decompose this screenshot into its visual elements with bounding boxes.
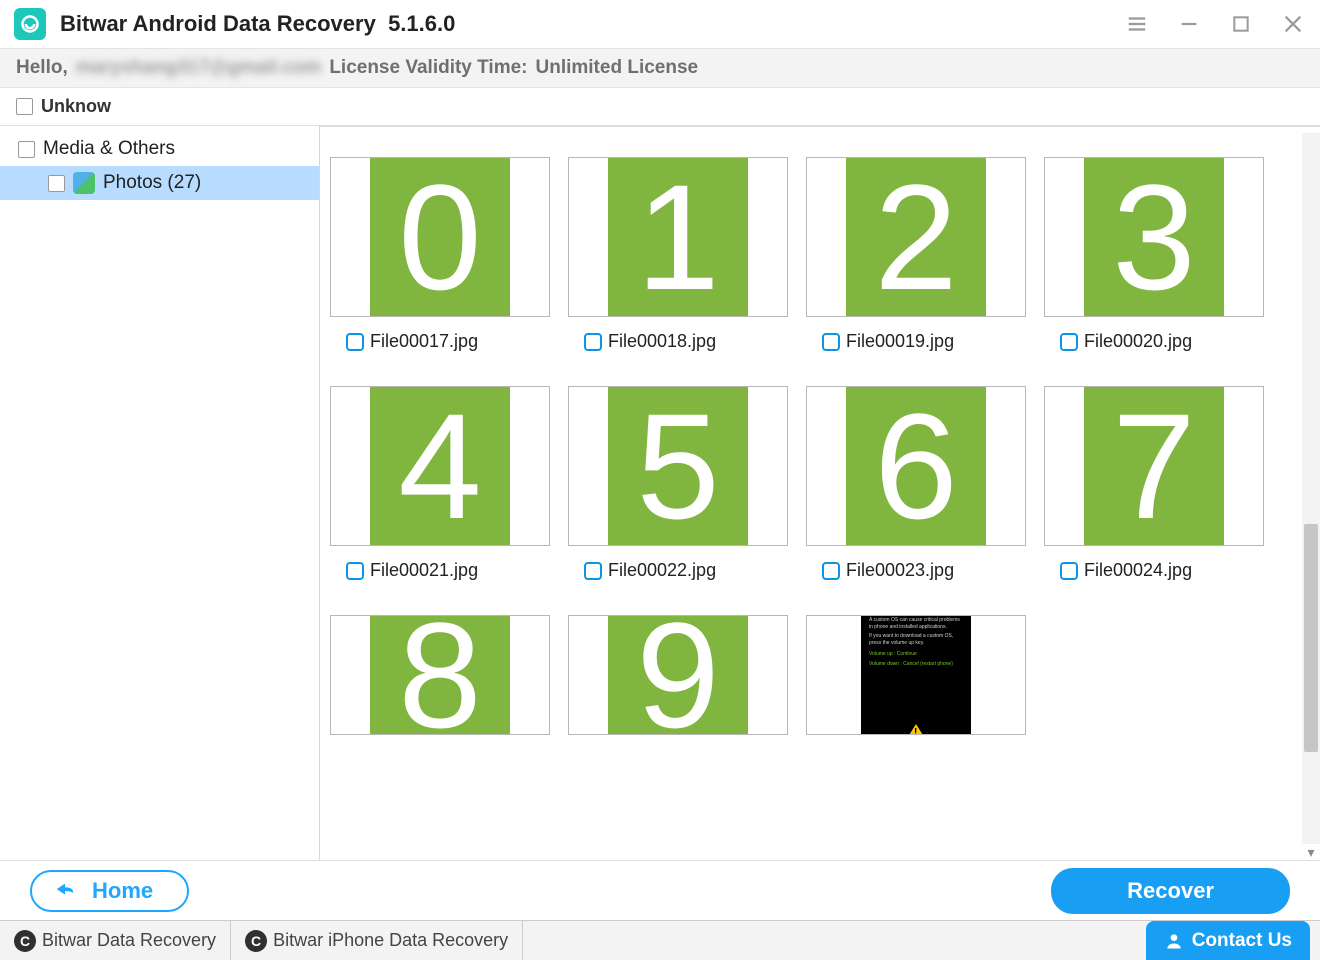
- thumb-frame[interactable]: 6: [806, 386, 1026, 546]
- file-checkbox[interactable]: [584, 562, 602, 580]
- file-thumb[interactable]: 7 File00024.jpg: [1044, 386, 1264, 581]
- scroll-down-icon[interactable]: ▾: [1305, 846, 1317, 858]
- file-name-label: File00023.jpg: [846, 560, 954, 581]
- bitwar-logo-icon: C: [14, 930, 36, 952]
- thumb-digit: 6: [874, 391, 957, 541]
- thumb-frame[interactable]: 7: [1044, 386, 1264, 546]
- thumb-digit: 5: [636, 391, 719, 541]
- contact-us-button[interactable]: Contact Us: [1146, 921, 1310, 960]
- bitwar-logo-icon: C: [245, 930, 267, 952]
- thumb-frame[interactable]: Warning!A custom OS can cause critical p…: [806, 615, 1026, 735]
- file-checkbox[interactable]: [346, 562, 364, 580]
- menu-icon[interactable]: [1124, 11, 1150, 37]
- thumb-digit: 8: [398, 615, 481, 735]
- thumb-digit: 7: [1112, 391, 1195, 541]
- app-logo-icon: [14, 8, 46, 40]
- thumb-digit: 2: [874, 162, 957, 312]
- file-checkbox[interactable]: [584, 333, 602, 351]
- file-name-label: File00018.jpg: [608, 331, 716, 352]
- sidebar-item-photos[interactable]: Photos (27): [0, 166, 319, 200]
- sidebar: Media & Others Photos (27): [0, 126, 320, 860]
- minimize-icon[interactable]: [1176, 11, 1202, 37]
- scrollbar[interactable]: ▾: [1302, 133, 1320, 844]
- file-thumb[interactable]: 8: [330, 615, 550, 735]
- file-thumb[interactable]: 9: [568, 615, 788, 735]
- file-name-label: File00022.jpg: [608, 560, 716, 581]
- file-thumb[interactable]: 1 File00018.jpg: [568, 157, 788, 352]
- sidebar-category-media[interactable]: Media & Others: [0, 132, 319, 166]
- unknow-label: Unknow: [41, 96, 111, 117]
- scrollbar-thumb[interactable]: [1304, 524, 1318, 752]
- thumb-digit: 9: [636, 615, 719, 735]
- recover-button[interactable]: Recover: [1051, 868, 1290, 914]
- file-thumb[interactable]: 3 File00020.jpg: [1044, 157, 1264, 352]
- file-name-label: File00020.jpg: [1084, 331, 1192, 352]
- back-arrow-icon: [54, 880, 76, 902]
- file-name-label: File00017.jpg: [370, 331, 478, 352]
- link-bitwar-data-recovery[interactable]: C Bitwar Data Recovery: [0, 921, 231, 960]
- file-name-label: File00019.jpg: [846, 331, 954, 352]
- unknow-checkbox[interactable]: [16, 98, 33, 115]
- file-thumb[interactable]: 6 File00023.jpg: [806, 386, 1026, 581]
- home-button[interactable]: Home: [30, 870, 189, 912]
- thumb-digit: 4: [398, 391, 481, 541]
- file-thumb[interactable]: Warning!A custom OS can cause critical p…: [806, 615, 1026, 735]
- file-checkbox[interactable]: [822, 562, 840, 580]
- photos-checkbox[interactable]: [48, 175, 65, 192]
- maximize-icon[interactable]: [1228, 11, 1254, 37]
- file-checkbox[interactable]: [346, 333, 364, 351]
- close-icon[interactable]: [1280, 11, 1306, 37]
- photos-icon: [73, 172, 95, 194]
- file-thumb[interactable]: 5 File00022.jpg: [568, 386, 788, 581]
- thumb-digit: 0: [398, 162, 481, 312]
- license-info: Hello, maryshang317@gmail.com License Va…: [0, 48, 1320, 88]
- contact-icon: [1164, 931, 1184, 951]
- file-checkbox[interactable]: [1060, 333, 1078, 351]
- thumb-digit: 3: [1112, 162, 1195, 312]
- app-title: Bitwar Android Data Recovery 5.1.6.0: [60, 11, 455, 37]
- file-checkbox[interactable]: [822, 333, 840, 351]
- thumb-frame[interactable]: 3: [1044, 157, 1264, 317]
- thumb-digit: 1: [636, 162, 719, 312]
- file-name-label: File00024.jpg: [1084, 560, 1192, 581]
- thumb-frame[interactable]: 1: [568, 157, 788, 317]
- file-thumb[interactable]: 2 File00019.jpg: [806, 157, 1026, 352]
- thumb-frame[interactable]: 8: [330, 615, 550, 735]
- thumb-frame[interactable]: 4: [330, 386, 550, 546]
- thumb-frame[interactable]: 5: [568, 386, 788, 546]
- link-bitwar-iphone-recovery[interactable]: C Bitwar iPhone Data Recovery: [231, 921, 523, 960]
- warning-triangle-icon: [906, 724, 926, 735]
- thumb-frame[interactable]: 9: [568, 615, 788, 735]
- user-email-masked: maryshang317@gmail.com: [76, 57, 322, 79]
- category-checkbox[interactable]: [18, 141, 35, 158]
- warning-thumb: Warning!A custom OS can cause critical p…: [861, 615, 971, 735]
- thumb-frame[interactable]: 2: [806, 157, 1026, 317]
- file-name-label: File00021.jpg: [370, 560, 478, 581]
- thumb-frame[interactable]: 0: [330, 157, 550, 317]
- file-thumb[interactable]: 0 File00017.jpg: [330, 157, 550, 352]
- file-thumb[interactable]: 4 File00021.jpg: [330, 386, 550, 581]
- file-checkbox[interactable]: [1060, 562, 1078, 580]
